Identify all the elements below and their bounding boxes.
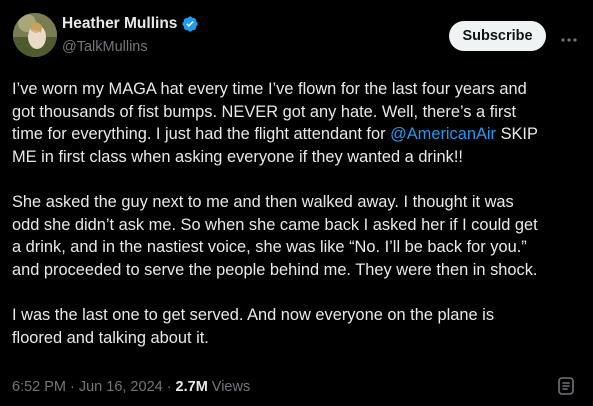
- text-line: I was the last one to get served. And no…: [12, 305, 495, 324]
- author-name[interactable]: Heather Mullins: [62, 14, 177, 34]
- grok-explain-icon[interactable]: [556, 376, 576, 396]
- text-line: She asked the guy next to me and then wa…: [12, 192, 514, 211]
- text-line: and proceeded to serve the people behind…: [12, 260, 538, 279]
- meta-separator: ·: [70, 379, 75, 395]
- text-line: I’ve worn my MAGA hat every time I’ve fl…: [12, 80, 527, 98]
- post-paragraph-2: She asked the guy next to me and then wa…: [12, 191, 580, 281]
- post-paragraph-3: I was the last one to get served. And no…: [12, 304, 580, 349]
- text-segment: time for everything. I just had the flig…: [12, 125, 391, 144]
- post-meta: 6:52 PM · Jun 16, 2024 · 2.7M Views: [12, 378, 250, 396]
- text-line: floored and talking about it.: [12, 328, 209, 347]
- views-count: 2.7M: [175, 379, 208, 395]
- text-line: a drink, and in the nastiest voice, she …: [12, 238, 527, 257]
- author-name-row[interactable]: Heather Mullins: [62, 14, 199, 34]
- verified-badge-icon: [181, 15, 199, 33]
- meta-separator: ·: [166, 379, 172, 395]
- text-line: odd she didn’t ask me. So when she came …: [12, 215, 538, 234]
- post-time[interactable]: 6:52 PM: [12, 378, 66, 396]
- more-horizontal-icon[interactable]: [560, 30, 578, 42]
- views-label: Views: [211, 379, 251, 395]
- avatar[interactable]: [13, 13, 57, 57]
- mention-link[interactable]: @AmericanAir: [390, 125, 496, 143]
- post-date[interactable]: Jun 16, 2024: [79, 378, 163, 396]
- subscribe-button[interactable]: Subscribe: [449, 21, 546, 51]
- text-segment: SKIP: [496, 125, 538, 144]
- author-handle[interactable]: @TalkMullins: [62, 38, 148, 56]
- text-line: ME in first class when asking everyone i…: [12, 147, 463, 166]
- post-paragraph-1: I’ve worn my MAGA hat every time I’ve fl…: [12, 78, 580, 168]
- post-text: I’ve worn my MAGA hat every time I’ve fl…: [12, 78, 580, 372]
- text-line-with-mention: time for everything. I just had the flig…: [12, 123, 580, 146]
- text-line: got thousands of fist bumps. NEVER got a…: [12, 102, 517, 121]
- post-card: Heather Mullins @TalkMullins Subscribe I…: [0, 0, 593, 406]
